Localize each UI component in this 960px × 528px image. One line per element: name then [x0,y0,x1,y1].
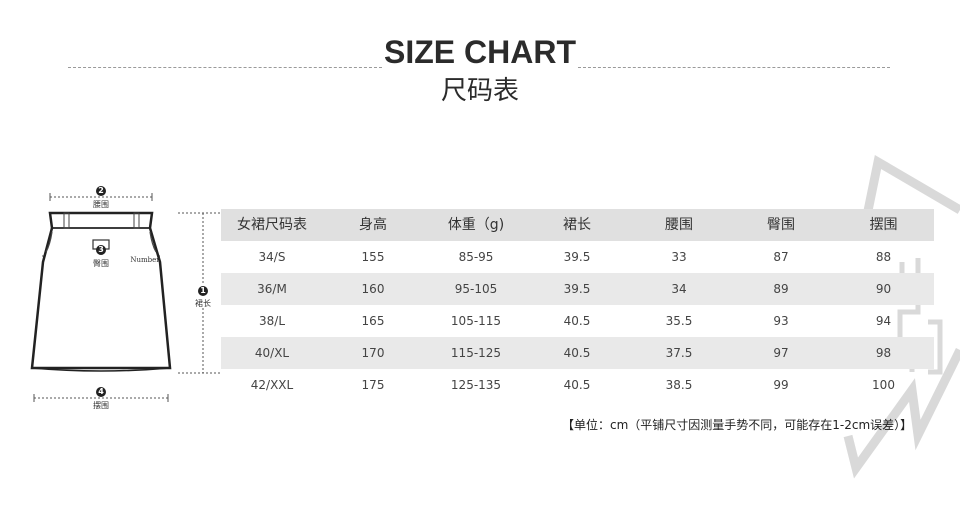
cell-hem: 98 [875,346,892,360]
table-header-row: 女裙尺码表 身高 体重（g) 裙长 腰围 臀围 摆围 [221,209,934,241]
cell-height: 165 [361,314,385,328]
diagram-marker-4: 4 [98,387,104,396]
brand-tag: Number [130,256,160,264]
cell-hip: 97 [773,346,789,360]
table-row: 42/XXL 175 125-135 40.5 38.5 99 100 [221,369,934,401]
header-height: 身高 [359,217,387,233]
table-row: 40/XL 170 115-125 40.5 37.5 97 98 [221,337,934,369]
diagram-marker-1: 1 [200,286,206,295]
diagram-label-length: 裙长 [195,299,211,308]
cell-hem: 90 [875,282,892,296]
cell-length: 39.5 [563,282,591,296]
cell-hem: 94 [875,314,892,328]
cell-hip: 89 [773,282,789,296]
header-length: 裙长 [563,217,591,233]
cell-waist: 38.5 [665,378,693,392]
cell-hip: 93 [773,314,789,328]
cell-waist: 34 [671,282,687,296]
header-hip: 臀围 [767,217,795,233]
cell-weight: 105-115 [450,314,502,328]
diagram-label-hip: 臀围 [93,259,109,268]
cell-length: 40.5 [563,378,591,392]
cell-weight: 125-135 [450,378,502,392]
cell-waist: 33 [671,250,687,264]
header-hem: 摆围 [869,217,898,233]
diagram-label-hem: 摆围 [93,401,109,410]
cell-hip: 99 [773,378,789,392]
cell-hem: 100 [872,378,895,392]
size-table: 女裙尺码表 身高 体重（g) 裙长 腰围 臀围 摆围 34/S 155 85-9… [221,209,934,401]
cell-hip: 87 [773,250,789,264]
cell-length: 40.5 [563,314,591,328]
cell-size: 34/S [258,250,286,264]
header-waist: 腰围 [665,217,693,233]
diagram-marker-3: 3 [98,245,104,254]
cell-weight: 115-125 [450,346,502,360]
cell-weight: 85-95 [458,250,494,264]
header-weight: 体重（g) [447,217,505,233]
cell-height: 155 [361,250,385,264]
cell-waist: 37.5 [665,346,693,360]
cell-length: 39.5 [563,250,591,264]
cell-hem: 88 [875,250,892,264]
unit-note: 【单位：cm（平铺尺寸因测量手势不同，可能存在1-2cm误差）】 [562,418,913,432]
diagram-marker-2: 2 [98,186,104,195]
table-row: 34/S 155 85-95 39.5 33 87 88 [221,241,934,273]
cell-waist: 35.5 [665,314,693,328]
cell-size: 36/M [257,282,287,296]
table-row: 38/L 165 105-115 40.5 35.5 93 94 [221,305,934,337]
cell-size: 40/XL [254,346,290,360]
table-row: 36/M 160 95-105 39.5 34 89 90 [221,273,934,305]
cell-length: 40.5 [563,346,591,360]
cell-weight: 95-105 [454,282,498,296]
diagram-label-waist: 腰围 [93,200,109,209]
cell-size: 42/XXL [250,378,294,392]
cell-height: 175 [361,378,385,392]
header-size: 女裙尺码表 [237,217,307,233]
cell-height: 160 [361,282,385,296]
cell-size: 38/L [259,314,285,328]
cell-height: 170 [361,346,385,360]
